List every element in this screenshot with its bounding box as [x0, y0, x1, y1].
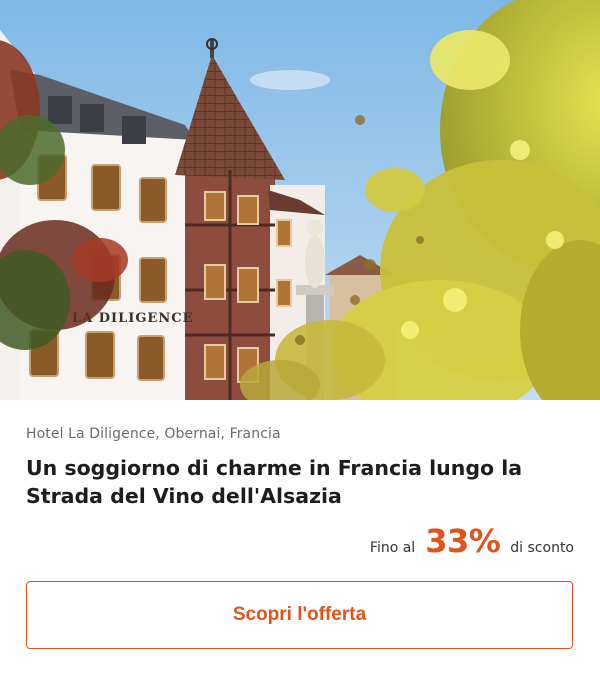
hotel-location: Hotel La Diligence, Obernai, Francia: [26, 426, 281, 442]
discount-info: Fino al 33% di sconto: [370, 522, 574, 560]
offer-title[interactable]: Un soggiorno di charme in Francia lungo …: [26, 454, 576, 510]
discount-suffix: di sconto: [510, 540, 574, 556]
offer-card[interactable]: LA DILIGENCE Hotel La Diligence, Obernai…: [0, 0, 600, 676]
discount-prefix: Fino al: [369, 540, 416, 556]
discover-offer-button[interactable]: Scopri l'offerta: [26, 581, 573, 649]
hotel-photo[interactable]: LA DILIGENCE: [0, 0, 600, 400]
discount-value: 33%: [425, 522, 501, 560]
